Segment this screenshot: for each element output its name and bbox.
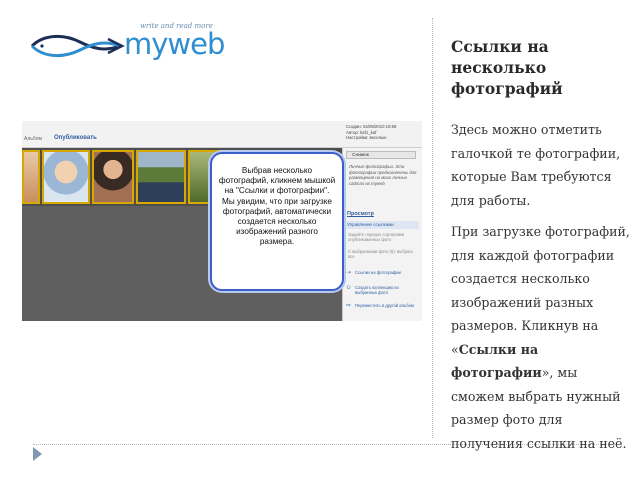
fish-logo-icon xyxy=(30,35,125,57)
slide-title: Ссылки на несколько фотографий xyxy=(451,37,563,98)
callout-pointer-cover xyxy=(316,237,336,273)
slide-body: Здесь можно отметить галочкой те фотогра… xyxy=(451,118,631,463)
vertical-divider xyxy=(432,18,433,438)
paragraph-1: Здесь можно отметить галочкой те фотогра… xyxy=(451,122,621,208)
paragraph-2-start: При загрузке фотографий, для каждой фото… xyxy=(451,224,630,357)
album-screenshot: Альбом Опубликовать Создан: 04/09/2010 1… xyxy=(22,121,422,321)
slide-arrow-icon xyxy=(33,447,42,461)
paragraph-2: При загрузке фотографий, для каждой фото… xyxy=(451,220,631,455)
logo-wordmark: myweb xyxy=(124,27,225,61)
photo-links-emphasis: Ссылки на фотографии xyxy=(451,341,542,381)
myweb-logo: write and read more myweb xyxy=(30,22,230,63)
